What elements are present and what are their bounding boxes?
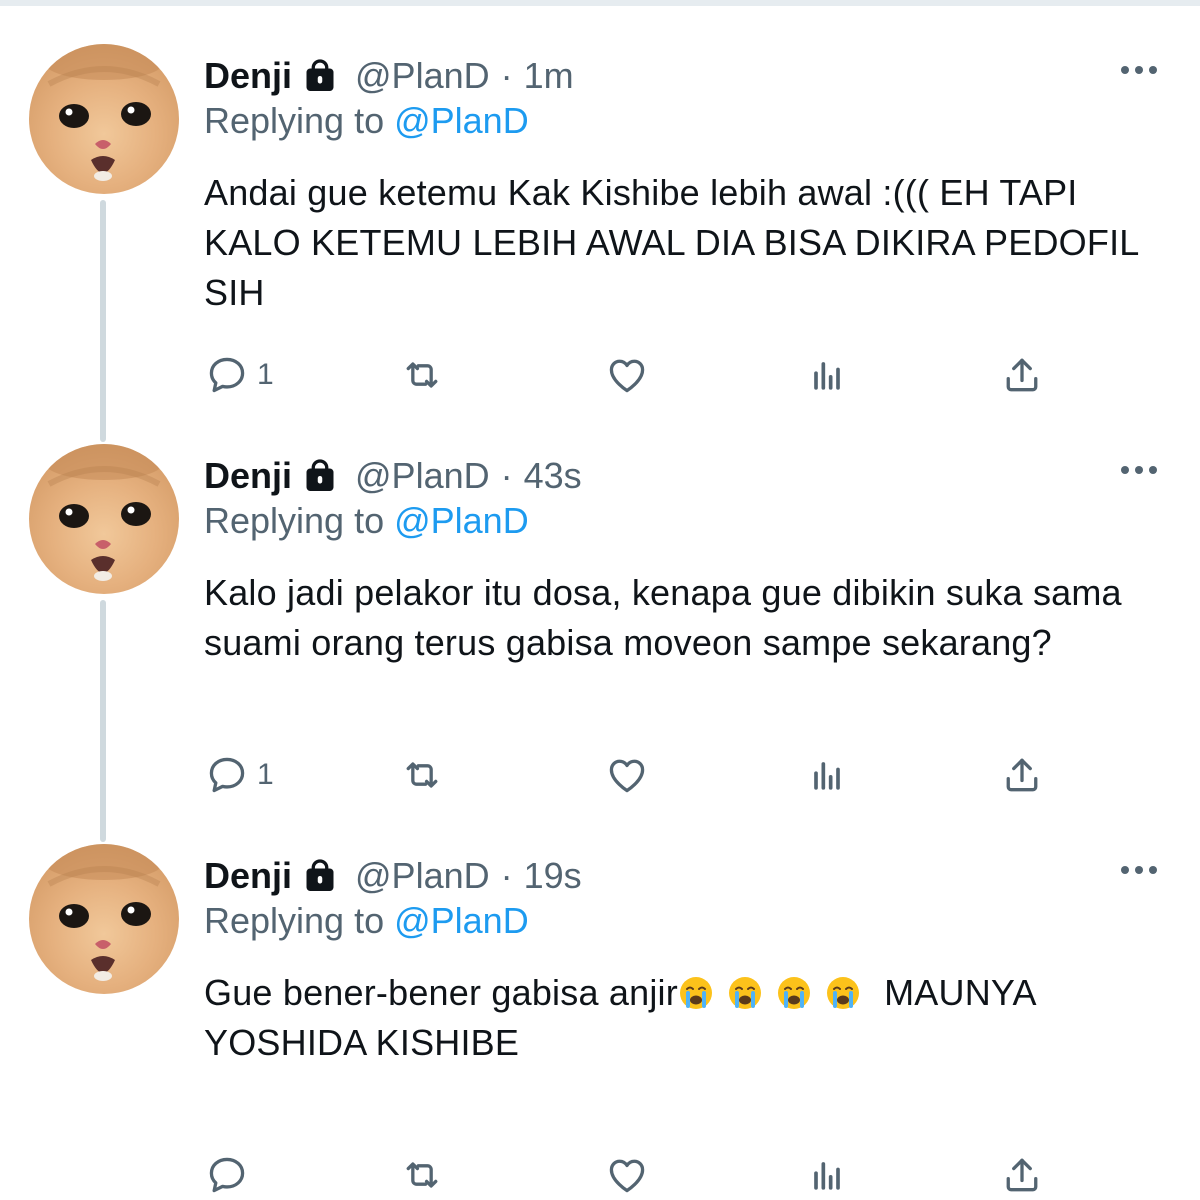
tweet-actions xyxy=(0,1150,1200,1200)
reply-mention-link[interactable]: @PlanD xyxy=(394,100,529,141)
analytics-icon xyxy=(805,1153,849,1197)
retweet-icon xyxy=(400,353,444,397)
timestamp[interactable]: 1m xyxy=(524,55,574,97)
loudly-crying-face-icon xyxy=(776,975,812,1011)
replying-prefix: Replying to xyxy=(204,100,395,141)
tweet[interactable]: Denji @PlanD · 1m Replying to @PlanD And… xyxy=(0,0,1200,400)
replying-to: Replying to @PlanD xyxy=(204,100,529,142)
share-icon xyxy=(1000,353,1044,397)
tweet-body: Gue bener-bener gabisa anjir MAUNYA YOSH… xyxy=(204,968,1164,1068)
loudly-crying-face-icon xyxy=(678,975,714,1011)
reply-icon xyxy=(205,1153,249,1197)
like-button[interactable] xyxy=(605,350,649,400)
tweet[interactable]: Denji @PlanD · 43s Replying to @PlanD Ka… xyxy=(0,400,1200,800)
like-button[interactable] xyxy=(605,750,649,800)
tweet-actions: 1 xyxy=(0,750,1200,800)
share-icon xyxy=(1000,1153,1044,1197)
more-options-icon[interactable] xyxy=(1118,60,1160,80)
reply-icon xyxy=(205,753,249,797)
avatar[interactable] xyxy=(29,44,179,194)
loudly-crying-face-icon xyxy=(727,975,763,1011)
avatar[interactable] xyxy=(29,844,179,994)
loudly-crying-face-icon xyxy=(825,975,861,1011)
display-name[interactable]: Denji xyxy=(204,455,292,497)
more-options-icon[interactable] xyxy=(1118,460,1160,480)
username[interactable]: @PlanD xyxy=(355,855,490,897)
like-icon xyxy=(605,353,649,397)
share-button[interactable] xyxy=(1000,750,1044,800)
tweet-actions: 1 xyxy=(0,350,1200,400)
timestamp[interactable]: 43s xyxy=(524,455,582,497)
tweet-body: Kalo jadi pelakor itu dosa, kenapa gue d… xyxy=(204,568,1164,668)
tweet-header: Denji @PlanD · 1m xyxy=(204,55,574,97)
tweet-header: Denji @PlanD · 43s xyxy=(204,455,582,497)
retweet-icon xyxy=(400,1153,444,1197)
retweet-button[interactable] xyxy=(400,750,444,800)
like-icon xyxy=(605,753,649,797)
timestamp[interactable]: 19s xyxy=(524,855,582,897)
display-name[interactable]: Denji xyxy=(204,855,292,897)
retweet-icon xyxy=(400,753,444,797)
avatar[interactable] xyxy=(29,444,179,594)
reply-count: 1 xyxy=(257,358,274,391)
like-button[interactable] xyxy=(605,1150,649,1200)
tweet[interactable]: Denji @PlanD · 19s Replying to @PlanD Gu… xyxy=(0,800,1200,1200)
like-icon xyxy=(605,1153,649,1197)
reply-mention-link[interactable]: @PlanD xyxy=(394,900,529,941)
replying-prefix: Replying to xyxy=(204,900,395,941)
more-options-icon[interactable] xyxy=(1118,860,1160,880)
analytics-icon xyxy=(805,753,849,797)
lock-icon xyxy=(302,458,338,494)
reply-mention-link[interactable]: @PlanD xyxy=(394,500,529,541)
tweet-header: Denji @PlanD · 19s xyxy=(204,855,582,897)
tweet-body: Andai gue ketemu Kak Kishibe lebih awal … xyxy=(204,168,1164,318)
replying-to: Replying to @PlanD xyxy=(204,500,529,542)
reply-button[interactable]: 1 xyxy=(205,350,274,400)
replying-to: Replying to @PlanD xyxy=(204,900,529,942)
analytics-button[interactable] xyxy=(805,1150,849,1200)
tweet-text: Andai gue ketemu Kak Kishibe lebih awal … xyxy=(204,172,1139,313)
analytics-icon xyxy=(805,353,849,397)
separator-dot: · xyxy=(500,55,513,96)
username[interactable]: @PlanD xyxy=(355,55,490,97)
replying-prefix: Replying to xyxy=(204,500,395,541)
tweet-text: Kalo jadi pelakor itu dosa, kenapa gue d… xyxy=(204,572,1122,663)
analytics-button[interactable] xyxy=(805,750,849,800)
separator-dot: · xyxy=(500,455,513,496)
share-icon xyxy=(1000,753,1044,797)
tweet-text: Gue bener-bener gabisa anjir xyxy=(204,972,678,1013)
retweet-button[interactable] xyxy=(400,1150,444,1200)
reply-count: 1 xyxy=(257,758,274,791)
reply-icon xyxy=(205,353,249,397)
lock-icon xyxy=(302,58,338,94)
retweet-button[interactable] xyxy=(400,350,444,400)
separator-dot: · xyxy=(500,855,513,896)
analytics-button[interactable] xyxy=(805,350,849,400)
reply-button[interactable]: 1 xyxy=(205,750,274,800)
share-button[interactable] xyxy=(1000,350,1044,400)
display-name[interactable]: Denji xyxy=(204,55,292,97)
reply-button[interactable] xyxy=(205,1150,249,1200)
lock-icon xyxy=(302,858,338,894)
username[interactable]: @PlanD xyxy=(355,455,490,497)
share-button[interactable] xyxy=(1000,1150,1044,1200)
